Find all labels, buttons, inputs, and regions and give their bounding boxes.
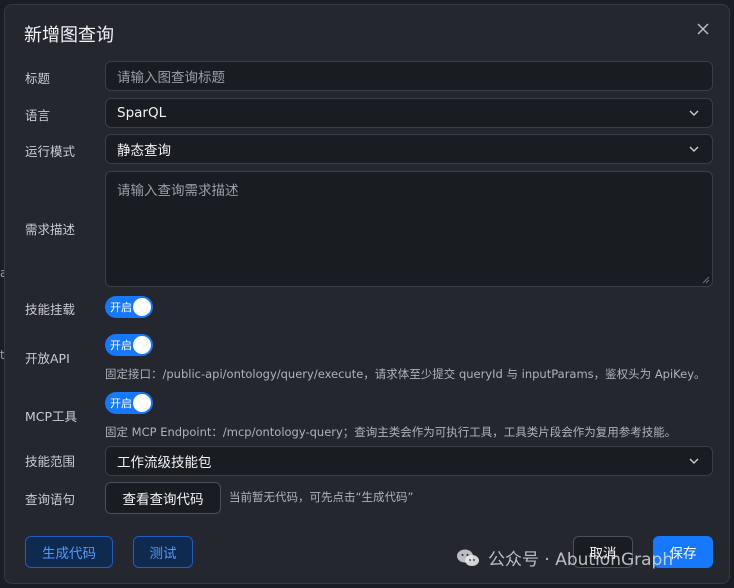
skill-mount-label: 技能挂载 xyxy=(25,302,76,317)
resize-handle-icon[interactable] xyxy=(702,276,710,284)
skill-mount-toggle[interactable]: 开启 xyxy=(105,296,153,318)
query-statement-label: 查询语句 xyxy=(25,492,76,507)
description-label: 需求描述 xyxy=(25,222,76,237)
chevron-down-icon xyxy=(689,146,699,152)
open-api-hint: 固定接口：/public-api/ontology/query/execute，… xyxy=(105,367,706,381)
title-label: 标题 xyxy=(25,71,51,86)
close-icon xyxy=(697,23,709,35)
view-query-code-button[interactable]: 查看查询代码 xyxy=(105,482,221,514)
mcp-tool-toggle[interactable]: 开启 xyxy=(105,392,153,414)
open-api-label: 开放API xyxy=(25,351,70,366)
run-mode-value: 静态查询 xyxy=(117,143,171,159)
wechat-icon xyxy=(457,549,479,566)
test-button[interactable]: 测试 xyxy=(133,536,193,568)
title-input[interactable]: 请输入图查询标题 xyxy=(105,61,713,91)
close-button[interactable] xyxy=(691,17,715,41)
toggle-knob xyxy=(133,336,151,354)
toggle-knob xyxy=(133,394,151,412)
skill-scope-select[interactable]: 工作流级技能包 xyxy=(105,446,713,476)
toggle-label: 开启 xyxy=(110,301,132,314)
language-label: 语言 xyxy=(25,108,51,123)
open-api-toggle[interactable]: 开启 xyxy=(105,334,153,356)
skill-scope-label: 技能范围 xyxy=(25,454,76,469)
code-status-note: 当前暂无代码，可先点击“生成代码” xyxy=(229,490,414,504)
watermark: 公众号 · AbutionGraph xyxy=(456,545,673,570)
new-graph-query-dialog: 新增图查询 标题 请输入图查询标题 语言 SparQL 运行模式 静态查询 需求… xyxy=(4,4,730,584)
toggle-knob xyxy=(133,298,151,316)
language-value: SparQL xyxy=(117,105,167,121)
language-select[interactable]: SparQL xyxy=(105,98,713,128)
description-textarea[interactable]: 请输入查询需求描述 xyxy=(105,171,713,287)
watermark-text: 公众号 · AbutionGraph xyxy=(488,550,674,570)
skill-scope-value: 工作流级技能包 xyxy=(117,455,212,471)
description-placeholder: 请输入查询需求描述 xyxy=(117,183,239,199)
chevron-down-icon xyxy=(689,110,699,116)
run-mode-select[interactable]: 静态查询 xyxy=(105,134,713,164)
toggle-label: 开启 xyxy=(110,397,132,410)
title-placeholder: 请输入图查询标题 xyxy=(117,70,225,86)
mcp-tool-hint: 固定 MCP Endpoint：/mcp/ontology-query；查询主类… xyxy=(105,425,677,439)
dialog-title: 新增图查询 xyxy=(24,25,114,46)
generate-code-button[interactable]: 生成代码 xyxy=(25,536,113,568)
toggle-label: 开启 xyxy=(110,339,132,352)
chevron-down-icon xyxy=(689,458,699,464)
mcp-tool-label: MCP工具 xyxy=(25,409,78,424)
run-mode-label: 运行模式 xyxy=(25,144,76,159)
